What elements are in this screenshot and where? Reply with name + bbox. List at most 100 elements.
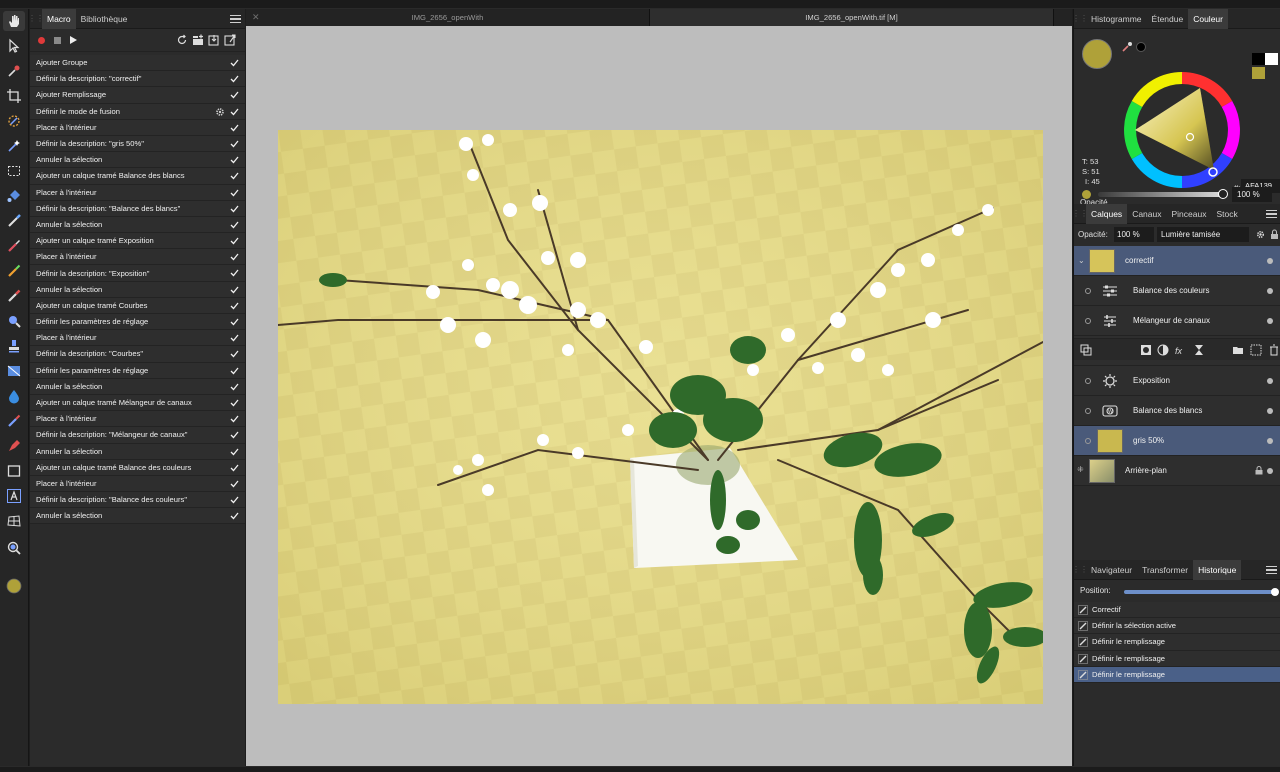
macro-step-row[interactable]: Annuler la sélection xyxy=(30,281,245,298)
checkmark-icon[interactable] xyxy=(230,140,239,148)
layer-row[interactable]: ⁜ Arrière-plan xyxy=(1074,456,1280,486)
macro-step-row[interactable]: Définir le mode de fusion xyxy=(30,103,245,120)
history-item[interactable]: Définir le remplissage xyxy=(1074,650,1280,667)
macro-step-row[interactable]: Ajouter un calque tramé Balance des coul… xyxy=(30,459,245,476)
macro-step-row[interactable]: Annuler la sélection xyxy=(30,443,245,460)
layer-visibility-icon[interactable] xyxy=(1085,378,1091,384)
layer-opacity-input[interactable]: 100 % xyxy=(1114,227,1154,242)
macro-step-row[interactable]: Ajouter un calque tramé Balance des blan… xyxy=(30,168,245,185)
checkmark-icon[interactable] xyxy=(230,269,239,277)
macro-step-row[interactable]: Définir la description: "Mélangeur de ca… xyxy=(30,427,245,444)
color-wheel[interactable] xyxy=(1122,70,1242,190)
macro-step-row[interactable]: Définir la description: "gris 50%" xyxy=(30,135,245,153)
macro-step-row[interactable]: Définir les paramètres de réglage xyxy=(30,314,245,331)
tab-canaux[interactable]: Canaux xyxy=(1127,204,1166,224)
macro-step-row[interactable]: Ajouter Groupe xyxy=(30,55,245,72)
checkmark-icon[interactable] xyxy=(230,302,239,310)
erase-tool-icon[interactable] xyxy=(3,286,25,306)
pen-tool-icon[interactable] xyxy=(3,436,25,456)
chevron-down-icon[interactable]: ⌄ xyxy=(1078,256,1085,265)
delete-layer-icon[interactable] xyxy=(1268,344,1280,356)
layer-row[interactable]: Mélangeur de canaux xyxy=(1074,306,1280,336)
export-macro-icon[interactable] xyxy=(224,34,236,46)
blur-drop-icon[interactable] xyxy=(3,386,25,406)
checkmark-icon[interactable] xyxy=(230,415,239,423)
canvas-photo[interactable] xyxy=(278,130,1043,704)
layer-visibility-icon[interactable] xyxy=(1085,288,1091,294)
view-zoom-icon[interactable] xyxy=(3,538,25,558)
macro-step-row[interactable]: Annuler la sélection xyxy=(30,216,245,234)
eyedropper-icon[interactable] xyxy=(1121,41,1133,53)
macro-step-row[interactable]: Ajouter Remplissage xyxy=(30,87,245,104)
foreground-color-swatch[interactable] xyxy=(3,576,25,596)
lock-icon[interactable] xyxy=(1270,229,1279,240)
document-tab-1[interactable]: ✕ IMG_2656_openWith xyxy=(246,9,650,26)
checkmark-icon[interactable] xyxy=(230,91,239,99)
tab-histogramme[interactable]: Histogramme xyxy=(1086,9,1147,29)
text-tool-icon[interactable] xyxy=(3,486,25,506)
lock-icon[interactable] xyxy=(1255,466,1263,475)
close-tab-icon[interactable]: ✕ xyxy=(252,9,260,26)
checkmark-icon[interactable] xyxy=(230,221,239,229)
panel-grip-icon[interactable]: ⋮⋮ xyxy=(1072,560,1088,580)
checkmark-icon[interactable] xyxy=(230,237,239,245)
zoom-magnifier-icon[interactable] xyxy=(3,311,25,331)
macro-step-row[interactable]: Définir la description: "Exposition" xyxy=(30,265,245,282)
checkmark-icon[interactable] xyxy=(230,431,239,439)
position-slider-knob[interactable] xyxy=(1271,588,1279,596)
new-pixel-layer-icon[interactable] xyxy=(1250,344,1262,356)
macro-step-row[interactable]: Définir les paramètres de réglage xyxy=(30,362,245,379)
move-tool-icon[interactable] xyxy=(3,36,25,56)
layer-visibility-dot[interactable] xyxy=(1267,258,1273,264)
layer-options-icon[interactable] xyxy=(1080,344,1092,356)
layer-visibility-dot[interactable] xyxy=(1267,408,1273,414)
reset-icon[interactable] xyxy=(176,34,188,46)
checkmark-icon[interactable] xyxy=(230,75,239,83)
opacity-slider-knob[interactable] xyxy=(1218,189,1228,199)
layer-visibility-icon[interactable] xyxy=(1085,318,1091,324)
dodge-brush-icon[interactable] xyxy=(3,411,25,431)
macro-step-row[interactable]: Placer à l'intérieur xyxy=(30,249,245,266)
macro-step-row[interactable]: Placer à l'intérieur xyxy=(30,475,245,493)
layer-row[interactable]: gris 50% xyxy=(1074,426,1280,456)
flood-select-icon[interactable] xyxy=(3,136,25,156)
fx-icon[interactable]: fx xyxy=(1175,344,1187,356)
layer-row[interactable]: Exposition xyxy=(1074,366,1280,396)
checkmark-icon[interactable] xyxy=(230,253,239,261)
panel-menu-icon[interactable] xyxy=(1266,564,1277,576)
checkmark-icon[interactable] xyxy=(230,448,239,456)
color-picker-tool-icon[interactable] xyxy=(3,61,25,81)
panel-menu-icon[interactable] xyxy=(230,13,241,25)
paint-brush-icon[interactable] xyxy=(3,236,25,256)
macro-step-row[interactable]: Ajouter un calque tramé Exposition xyxy=(30,233,245,250)
selection-brush-icon[interactable] xyxy=(3,111,25,131)
layer-visibility-dot[interactable] xyxy=(1267,438,1273,444)
checkmark-icon[interactable] xyxy=(230,124,239,132)
tab-couleur[interactable]: Couleur xyxy=(1188,8,1228,29)
mesh-warp-icon[interactable] xyxy=(3,511,25,531)
checkmark-icon[interactable] xyxy=(230,399,239,407)
checkmark-icon[interactable] xyxy=(230,383,239,391)
checkmark-icon[interactable] xyxy=(230,189,239,197)
macro-step-row[interactable]: Ajouter un calque tramé Courbes xyxy=(30,297,245,314)
history-item[interactable]: Définir le remplissage xyxy=(1074,634,1280,651)
macro-step-row[interactable]: Définir la description: "Balance des bla… xyxy=(30,200,245,217)
checkmark-icon[interactable] xyxy=(230,172,239,180)
macro-step-row[interactable]: Placer à l'intérieur xyxy=(30,119,245,136)
checkmark-icon[interactable] xyxy=(230,464,239,472)
panel-grip-icon[interactable]: ⋮⋮ xyxy=(1072,9,1088,29)
add-to-library-icon[interactable] xyxy=(192,34,204,46)
tab-macro[interactable]: Macro xyxy=(42,8,76,29)
layer-visibility-icon[interactable] xyxy=(1085,438,1091,444)
checkmark-icon[interactable] xyxy=(230,334,239,342)
tab-historique[interactable]: Historique xyxy=(1193,559,1242,580)
tab-transformer[interactable]: Transformer xyxy=(1137,560,1193,580)
checkmark-icon[interactable] xyxy=(230,108,239,116)
layer-row[interactable]: W Balance des blancs xyxy=(1074,396,1280,426)
gear-icon[interactable] xyxy=(215,107,225,117)
layer-row[interactable]: ⌄ correctif xyxy=(1074,246,1280,276)
tab-bibliotheque[interactable]: Bibliothèque xyxy=(76,9,133,29)
marquee-tool-icon[interactable] xyxy=(3,161,25,181)
import-macro-icon[interactable] xyxy=(208,34,220,46)
checkmark-icon[interactable] xyxy=(230,512,239,520)
